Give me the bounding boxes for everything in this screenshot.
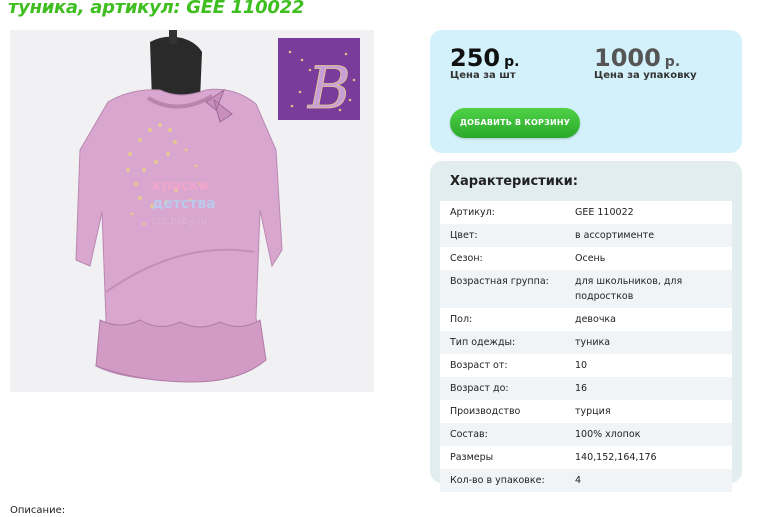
spec-row-age-to: Возраст до: 16 bbox=[440, 377, 732, 400]
price-box: 250 р. Цена за шт 1000 р. Цена за упаковку… bbox=[430, 30, 742, 153]
inset-letter: B bbox=[307, 54, 351, 122]
spec-value: туника bbox=[575, 337, 611, 348]
pack-price-caption: Цена за упаковку bbox=[594, 70, 697, 81]
spec-row-age-group: Возрастная группа: для школьников, для по… bbox=[440, 270, 732, 308]
spec-key: Пол: bbox=[450, 314, 473, 325]
pack-price-value: 1000 bbox=[594, 44, 661, 72]
watermark-line1: краски bbox=[152, 178, 209, 194]
watermark-line3: crc.baby.ru bbox=[152, 216, 207, 227]
spec-key: Возраст до: bbox=[450, 383, 509, 394]
spec-key: Возрастная группа: bbox=[450, 276, 549, 287]
spec-key: Размеры bbox=[450, 452, 494, 463]
pack-price: 1000 р. Цена за упаковку bbox=[594, 44, 697, 81]
spec-value: для школьников, для подростков bbox=[575, 276, 683, 302]
spec-value: турция bbox=[575, 406, 611, 417]
spec-value: 100% хлопок bbox=[575, 429, 641, 440]
spec-value: 140,152,164,176 bbox=[575, 452, 657, 463]
spec-key: Сезон: bbox=[450, 253, 483, 264]
spec-row-sizes: Размеры 140,152,164,176 bbox=[440, 446, 732, 469]
product-title: туника, артикул: GEE 110022 bbox=[8, 0, 305, 18]
spec-value: Осень bbox=[575, 253, 606, 264]
spec-value: девочка bbox=[575, 314, 616, 325]
spec-value: 10 bbox=[575, 360, 588, 371]
watermark-line2: детства bbox=[152, 196, 216, 212]
unit-price-currency: р. bbox=[504, 54, 520, 70]
spec-row-clothing-type: Тип одежды: туника bbox=[440, 331, 732, 354]
spec-row-article: Артикул: GEE 110022 bbox=[440, 201, 732, 224]
spec-row-gender: Пол: девочка bbox=[440, 308, 732, 331]
spec-key: Кол-во в упаковке: bbox=[450, 475, 545, 486]
specs-table: Артикул: GEE 110022 Цвет: в ассортименте С… bbox=[440, 201, 732, 492]
spec-row-age-from: Возраст от: 10 bbox=[440, 354, 732, 377]
spec-key: Артикул: bbox=[450, 207, 495, 218]
unit-price-value: 250 bbox=[450, 44, 501, 72]
spec-value: 16 bbox=[575, 383, 588, 394]
spec-row-manufacturer: Производство турция bbox=[440, 400, 732, 423]
tunic-image: краски детства crc.baby.ru B bbox=[10, 30, 374, 392]
pack-price-currency: р. bbox=[664, 54, 681, 70]
spec-row-color: Цвет: в ассортименте bbox=[440, 224, 732, 247]
description-label: Описание: bbox=[10, 505, 66, 516]
spec-row-composition: Состав: 100% хлопок bbox=[440, 423, 732, 446]
spec-key: Цвет: bbox=[450, 230, 478, 241]
spec-value: 4 bbox=[575, 475, 582, 486]
spec-key: Состав: bbox=[450, 429, 488, 440]
specs-panel: Характеристики: Артикул: GEE 110022 Цвет:… bbox=[430, 161, 742, 492]
spec-key: Возраст от: bbox=[450, 360, 508, 371]
ruffle-hem bbox=[95, 319, 267, 383]
spec-key: Тип одежды: bbox=[450, 337, 516, 348]
unit-price-caption: Цена за шт bbox=[450, 70, 516, 81]
add-to-cart-button[interactable]: ДОБАВИТЬ В КОРЗИНУ bbox=[450, 108, 580, 138]
product-photo[interactable]: краски детства crc.baby.ru B bbox=[10, 30, 374, 392]
spec-row-pack-qty: Кол-во в упаковке: 4 bbox=[440, 469, 732, 492]
spec-value: в ассортименте bbox=[575, 230, 655, 241]
spec-row-season: Сезон: Осень bbox=[440, 247, 732, 270]
spec-key: Производство bbox=[450, 406, 521, 417]
unit-price: 250 р. Цена за шт bbox=[450, 44, 519, 81]
spec-value: GEE 110022 bbox=[575, 207, 634, 218]
specs-heading: Характеристики: bbox=[450, 174, 578, 189]
